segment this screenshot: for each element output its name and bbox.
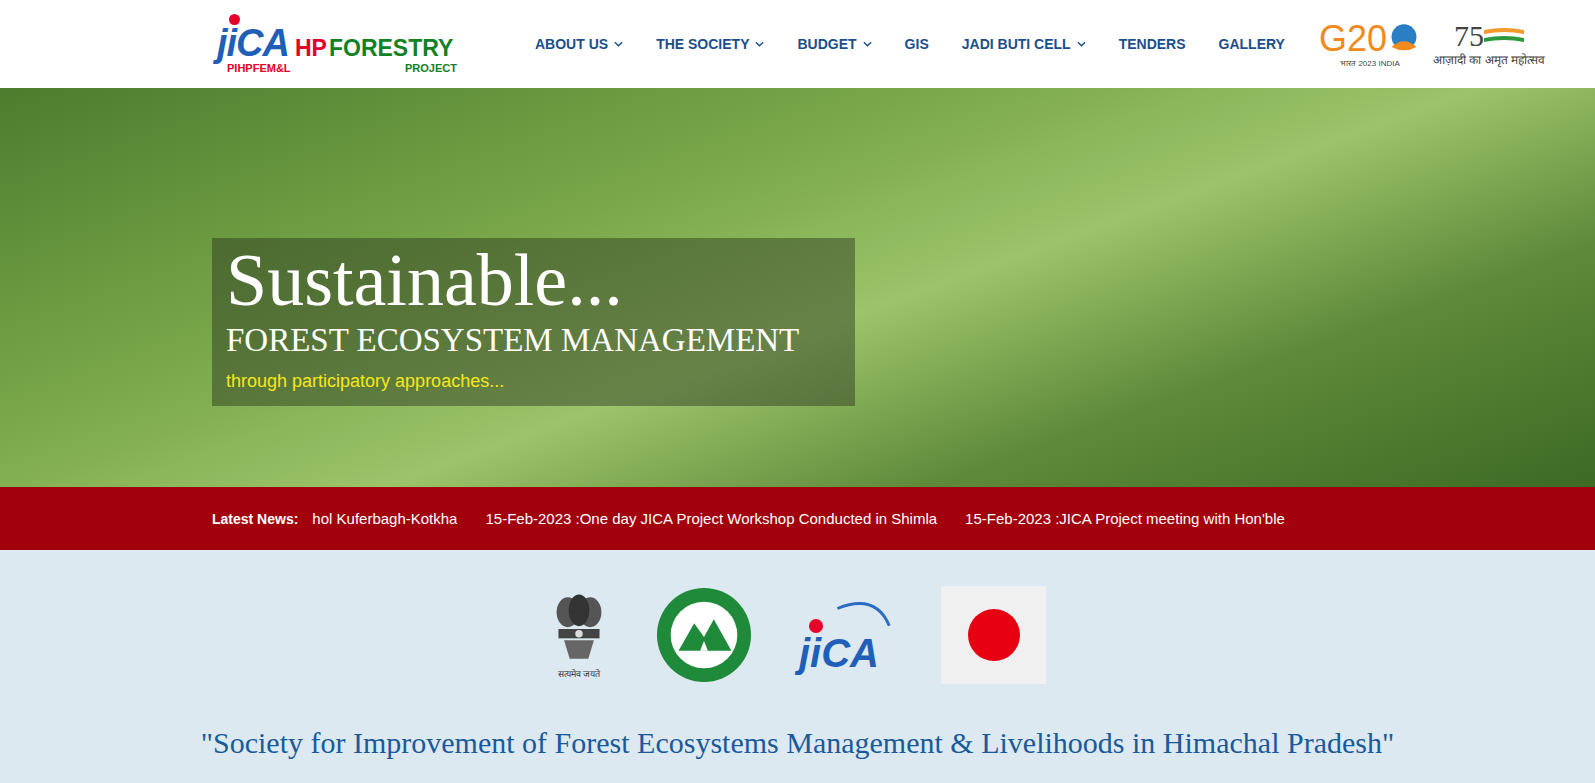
japan-flag-icon: [941, 586, 1046, 684]
chevron-down-icon: [863, 41, 872, 47]
jica-logo: jiCA: [799, 597, 895, 673]
logo-subtitle: PIHPFEM&L: [227, 62, 291, 74]
chevron-down-icon: [755, 41, 764, 47]
nav-item[interactable]: ABOUT US: [535, 36, 623, 52]
society-section: सत्यमेव जयते jiCA "Society for Improvement…: [0, 550, 1595, 783]
lotus-globe-icon: [1387, 22, 1421, 56]
jica-logo-text: jiCA: [217, 14, 289, 62]
society-title: "Society for Improvement of Forest Ecosy…: [201, 726, 1394, 760]
logo-hp: HP: [295, 35, 327, 62]
nav-item[interactable]: THE SOCIETY: [656, 36, 764, 52]
partner-logos: सत्यमेव जयते jiCA: [549, 586, 1046, 684]
hero-banner: Sustainable...FOREST ECOSYSTEM MANAGEMEN…: [0, 88, 1595, 487]
page: jiCAHPFORESTRYPIHPFEM&LPROJECTABOUT USTH…: [0, 0, 1595, 783]
campaign-logos: G20भारत 2023 INDIA 75आज़ादी का अमृत महोत्…: [1319, 21, 1545, 68]
site-header: jiCAHPFORESTRY PIHPFEM&L PROJECT ABOUT US TH…: [0, 0, 1595, 88]
nav-item[interactable]: JADI BUTI CELL: [962, 36, 1086, 52]
lion-capital-icon: [551, 591, 607, 667]
red-dot-icon: [229, 14, 240, 25]
g20-logo: G20भारत 2023 INDIA: [1319, 21, 1421, 68]
nav-item[interactable]: GALLERY: [1219, 36, 1285, 52]
chevron-down-icon: [1077, 41, 1086, 47]
logo-project: PROJECT: [405, 62, 457, 74]
hero-caption: Sustainable...FOREST ECOSYSTEM MANAGEMEN…: [212, 238, 855, 406]
azadi-logo: 75आज़ादी का अमृत महोत्सव: [1433, 21, 1545, 68]
main-nav: ABOUT US THE SOCIETY BUDGET GIS JADI BUTI CE…: [535, 36, 1285, 52]
tricolour-icon: [1484, 26, 1524, 46]
red-dot-icon: [809, 619, 823, 633]
national-emblem: सत्यमेव जयते: [549, 591, 609, 680]
site-logo[interactable]: jiCAHPFORESTRY PIHPFEM&L PROJECT: [217, 14, 467, 74]
news-item[interactable]: 15-Feb-2023 :One day JICA Project Worksh…: [485, 510, 937, 527]
logo-forestry: FORESTRY: [329, 35, 453, 62]
chevron-down-icon: [614, 41, 623, 47]
news-item[interactable]: hol Kuferbagh-Kotkha: [312, 510, 457, 527]
hp-forest-department-icon: [655, 586, 753, 684]
nav-item[interactable]: GIS: [905, 36, 929, 52]
nav-item[interactable]: BUDGET: [797, 36, 871, 52]
news-ticker: Latest News: hol Kuferbagh-Kotkha 15-Feb-2…: [0, 487, 1595, 550]
nav-item[interactable]: TENDERS: [1119, 36, 1186, 52]
news-item[interactable]: 15-Feb-2023 :JICA Project meeting with H…: [965, 510, 1285, 527]
news-label: Latest News:: [212, 511, 298, 527]
